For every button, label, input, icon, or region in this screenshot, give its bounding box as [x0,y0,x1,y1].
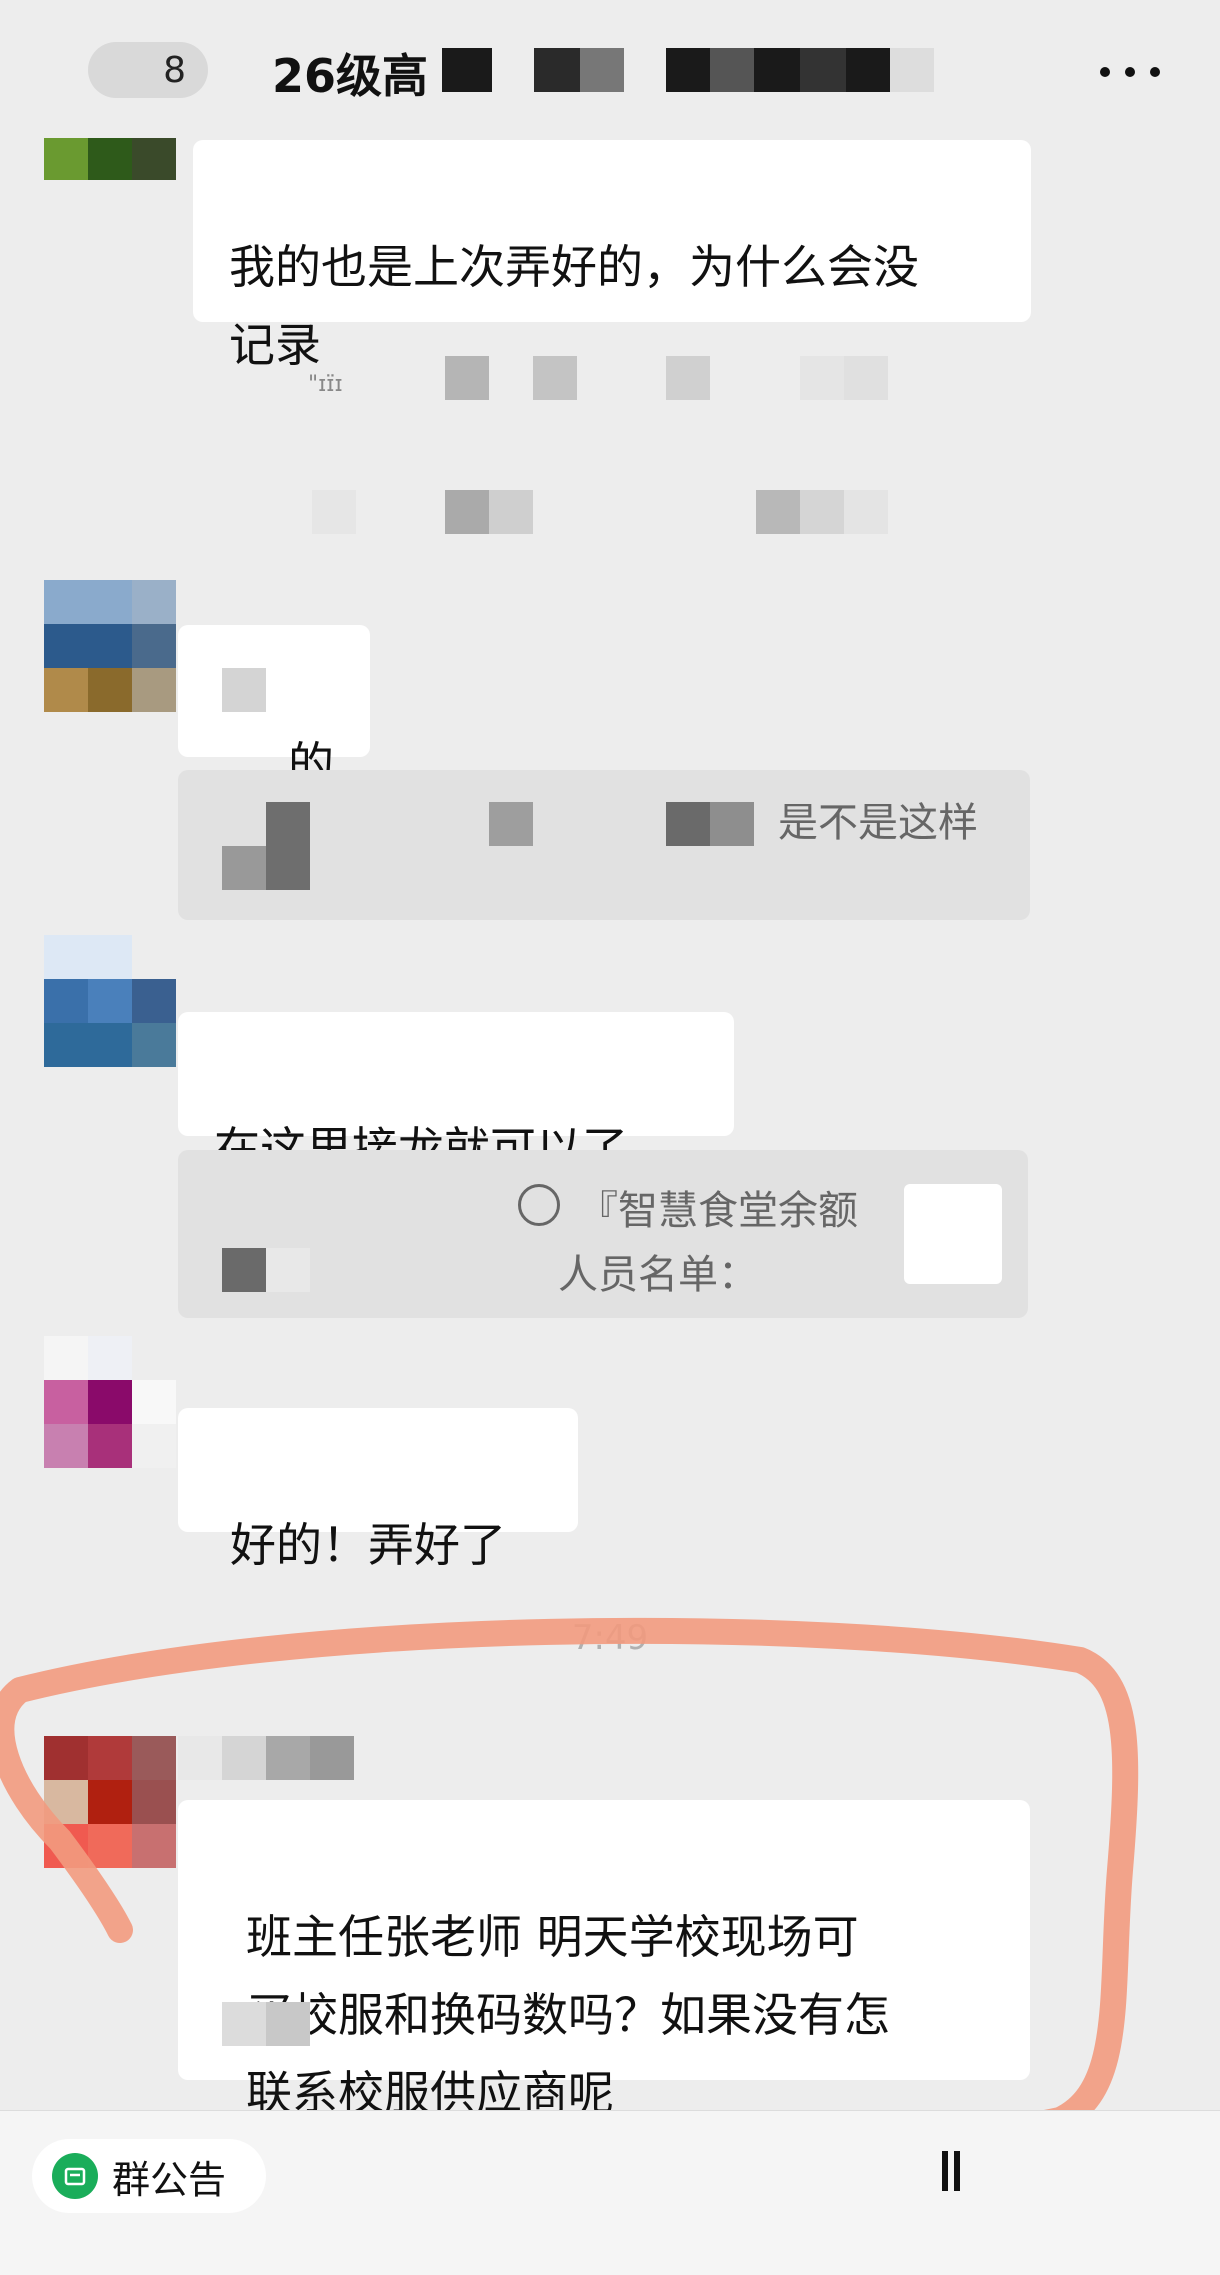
dot-icon [1125,67,1135,77]
redacted-content: "ɪɪ̈ɪ [308,372,343,397]
chat-header: 8 26级高 [0,0,1220,140]
title-redaction [846,48,890,92]
redacted-content [312,490,356,534]
message-bubble[interactable]: 在这里接龙就可以了 [178,1012,734,1176]
group-notice-label: 群公告 [112,2157,227,2202]
redacted-content [666,356,710,400]
dot-icon [1150,67,1160,77]
back-button[interactable]: 8 [88,42,208,98]
bottom-bar: 群公告 [0,2110,1220,2275]
timestamp: 7:49 [571,1618,649,1658]
redacted-content [266,1248,310,1292]
scroll-handle[interactable] [942,2151,972,2201]
redacted-content [666,802,710,846]
quote-line-2: 人员名单： [558,1252,758,1298]
avatar[interactable] [44,138,176,180]
message-text: 好的！弄好了 [230,1518,506,1572]
redacted-content [222,1736,266,1780]
message-bubble[interactable]: 我的也是上次弄好的，为什么会没 记录 [193,140,1031,372]
redacted-content [222,846,266,890]
redacted-content [489,802,533,846]
chat-title: 26级高 [272,49,429,103]
message-text: 我的也是上次弄好的，为什么会没 记录 [229,240,919,372]
redacted-content [222,668,266,712]
redacted-content [445,490,489,534]
redacted-content [756,490,800,534]
message-bubble[interactable]: 的 [178,625,370,791]
redacted-content [266,2002,310,2046]
group-notice-button[interactable]: 群公告 [32,2139,267,2213]
quoted-message[interactable]: 『智慧食堂余额 人员名单： [178,1150,1028,1318]
title-redaction [580,48,624,92]
avatar[interactable] [44,935,176,1067]
redacted-content [266,802,310,890]
avatar[interactable] [44,1736,176,1868]
title-redaction [754,48,800,92]
redacted-content [222,2002,266,2046]
avatar[interactable] [44,580,176,712]
message-bubble[interactable]: 好的！弄好了 [178,1408,578,1572]
avatar[interactable] [44,1336,176,1468]
title-redaction [442,48,492,92]
redacted-content [533,356,577,400]
redacted-content [310,1736,354,1780]
redacted-content [222,1248,266,1292]
notice-icon [52,2153,98,2199]
more-options-button[interactable] [1100,52,1160,92]
quote-text: 是不是这样 [778,800,978,846]
title-redaction [890,48,934,92]
dot-icon [1100,67,1110,77]
title-redaction [666,48,710,92]
title-redaction [710,48,754,92]
redacted-content [800,490,844,534]
document-thumbnail[interactable] [904,1184,1002,1284]
mini-program-icon [518,1184,560,1226]
quote-line-1: 『智慧食堂余额 [578,1188,858,1234]
redacted-content [178,1736,222,1780]
redacted-content [844,490,888,534]
unread-count: 8 [163,49,186,91]
redacted-content [445,356,489,400]
redacted-content [844,356,888,400]
message-text: 班主任张老师 明天学校现场可 买校服和换码数吗？如果没有怎 联系校服供应商呢 [246,1910,890,2120]
redacted-content [489,490,533,534]
title-redaction [800,48,846,92]
title-redaction [534,48,584,92]
redacted-content [710,802,754,846]
redacted-content [800,356,844,400]
redacted-content [266,1736,310,1780]
